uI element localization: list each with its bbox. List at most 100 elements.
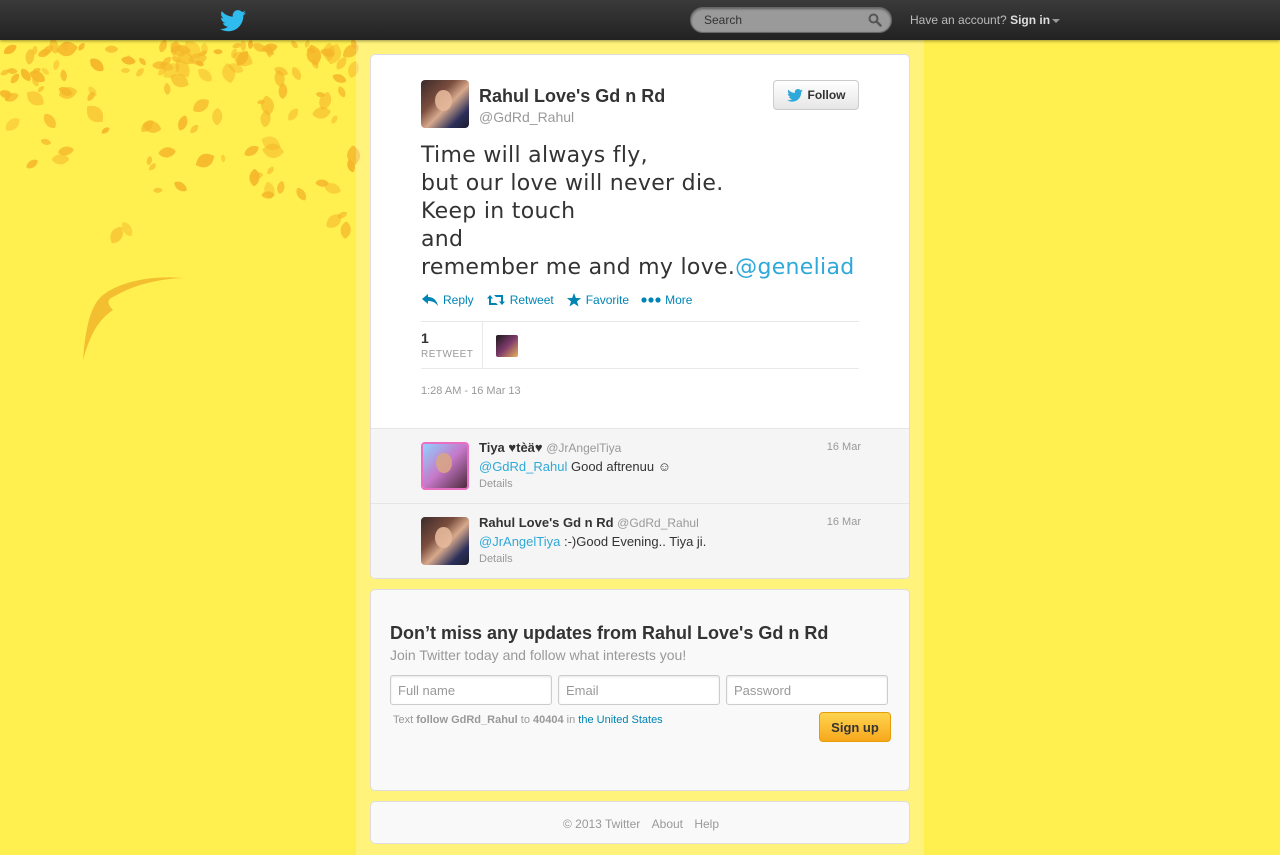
- stats-separator: [482, 322, 483, 369]
- leaf-decoration: [120, 52, 136, 69]
- reply-details-link[interactable]: Details: [479, 553, 513, 565]
- leaf-decoration: [18, 68, 33, 82]
- leaf-decoration: [193, 97, 209, 114]
- leaf-decoration: [154, 185, 164, 195]
- retweet-button[interactable]: Retweet: [486, 293, 554, 307]
- tweet-timestamp[interactable]: 1:28 AM - 16 Mar 13: [421, 385, 521, 397]
- leaf-decoration: [208, 107, 227, 126]
- leaf-decoration: [198, 68, 213, 83]
- tweet-line: remember me and my love.: [421, 255, 736, 280]
- tweet-line: but our love will never die.: [421, 171, 724, 196]
- reply-avatar[interactable]: [421, 442, 469, 490]
- leaf-decoration: [86, 91, 96, 102]
- leaf-decoration: [294, 188, 308, 201]
- mention-link[interactable]: @GdRd_Rahul: [479, 459, 567, 474]
- retweet-icon: [486, 295, 505, 305]
- reply-item[interactable]: Rahul Love's Gd n Rd @GdRd_Rahul 16 Mar …: [371, 503, 909, 578]
- chevron-down-icon[interactable]: [1052, 18, 1061, 23]
- search-input[interactable]: [691, 8, 861, 32]
- sms-instructions: Text follow GdRd_Rahul to 40404 in the U…: [393, 714, 663, 726]
- email-field[interactable]: [558, 675, 720, 705]
- leaf-decoration: [335, 85, 348, 98]
- reply-text: @JrAngelTiya :-)Good Evening.. Tiya ji.: [479, 534, 706, 549]
- reply-author[interactable]: Tiya ♥tèä♥ @JrAngelTiya: [479, 440, 621, 455]
- reply-date[interactable]: 16 Mar: [827, 516, 861, 528]
- leaf-decoration: [121, 65, 131, 76]
- reply-item[interactable]: Tiya ♥tèä♥ @JrAngelTiya 16 Mar @GdRd_Rah…: [371, 428, 909, 503]
- account-prompt: Have an account? Sign in: [910, 13, 1061, 27]
- leaf-decoration: [256, 95, 278, 117]
- reply-button[interactable]: Reply: [421, 293, 474, 307]
- tweet-line: Time will always fly,: [421, 143, 648, 168]
- search-icon[interactable]: [868, 13, 882, 27]
- star-icon: [566, 293, 581, 307]
- leaf-decoration: [160, 83, 174, 96]
- leaf-decoration: [173, 180, 187, 193]
- footer: © 2013 Twitter About Help: [371, 817, 911, 831]
- signup-card: Don’t miss any updates from Rahul Love's…: [370, 589, 910, 791]
- tweet-card: Rahul Love's Gd n Rd @GdRd_Rahul Follow …: [370, 54, 910, 579]
- retweeter-avatar[interactable]: [496, 335, 518, 357]
- full-name-field[interactable]: [390, 675, 552, 705]
- reply-details-link[interactable]: Details: [479, 478, 513, 490]
- more-dots-icon: [641, 297, 661, 303]
- leaf-decoration: [87, 106, 103, 122]
- mention-link[interactable]: @JrAngelTiya: [479, 534, 560, 549]
- author-handle[interactable]: @GdRd_Rahul: [479, 109, 574, 125]
- reply-date[interactable]: 16 Mar: [827, 441, 861, 453]
- sign-up-button[interactable]: Sign up: [819, 712, 891, 742]
- mention-link[interactable]: @geneliad: [735, 255, 854, 280]
- help-link[interactable]: Help: [694, 817, 719, 831]
- country-link[interactable]: the United States: [578, 714, 662, 726]
- copyright: © 2013 Twitter: [562, 817, 641, 831]
- leaf-decoration: [244, 143, 260, 158]
- leaf-decoration: [0, 67, 10, 78]
- leaf-decoration: [290, 41, 298, 49]
- sms-command: follow GdRd_Rahul: [416, 714, 518, 726]
- tweet-line-last: remember me and my love.@geneliad: [421, 254, 871, 282]
- retweet-count-label: RETWEET: [421, 349, 474, 360]
- leaf-decoration: [42, 113, 58, 129]
- retweet-count[interactable]: 1: [421, 330, 429, 346]
- reply-name: Tiya ♥tèä♥: [479, 440, 543, 455]
- reply-author[interactable]: Rahul Love's Gd n Rd @GdRd_Rahul: [479, 515, 699, 530]
- signup-title: Don’t miss any updates from Rahul Love's…: [390, 623, 829, 643]
- footer-card: © 2013 Twitter About Help: [370, 801, 910, 844]
- favorite-label: Favorite: [585, 293, 630, 307]
- signup-subtitle: Join Twitter today and follow what inter…: [390, 647, 687, 663]
- author-name[interactable]: Rahul Love's Gd n Rd: [479, 86, 665, 107]
- password-field[interactable]: [726, 675, 888, 705]
- leaf-decoration: [104, 41, 119, 57]
- reply-avatar[interactable]: [421, 517, 469, 565]
- sms-prefix: Text: [393, 714, 414, 726]
- leaf-decoration: [90, 58, 105, 73]
- top-navigation-bar: Have an account? Sign in: [0, 0, 1280, 40]
- leaf-decoration: [40, 136, 52, 147]
- leaf-decoration: [5, 116, 20, 132]
- leaf-decoration: [42, 44, 54, 56]
- twitter-bird-icon[interactable]: [220, 10, 246, 32]
- reply-label: Reply: [443, 293, 474, 307]
- leaf-decoration: [9, 73, 21, 85]
- follow-button[interactable]: Follow: [773, 80, 859, 110]
- leaf-decoration: [174, 114, 191, 131]
- leaf-decoration: [212, 46, 223, 57]
- leaf-decoration: [101, 126, 110, 135]
- follow-label: Follow: [807, 88, 846, 102]
- leaf-decoration: [287, 108, 300, 121]
- reply-icon: [422, 294, 438, 306]
- sms-in: in: [566, 714, 576, 726]
- leaf-decoration: [218, 153, 228, 163]
- more-button[interactable]: More: [641, 293, 692, 307]
- reply-handle: @GdRd_Rahul: [617, 516, 699, 530]
- retweet-label: Retweet: [509, 293, 554, 307]
- reply-text: @GdRd_Rahul Good aftrenuu ☺: [479, 459, 671, 474]
- sign-in-link[interactable]: Sign in: [1010, 13, 1050, 27]
- author-avatar[interactable]: [421, 80, 469, 128]
- tweet-stats: 1 RETWEET: [421, 322, 859, 369]
- sms-number: 40404: [533, 714, 564, 726]
- leaf-decoration: [274, 181, 288, 195]
- about-link[interactable]: About: [652, 817, 683, 831]
- leaf-decoration: [135, 67, 145, 77]
- favorite-button[interactable]: Favorite: [566, 293, 629, 307]
